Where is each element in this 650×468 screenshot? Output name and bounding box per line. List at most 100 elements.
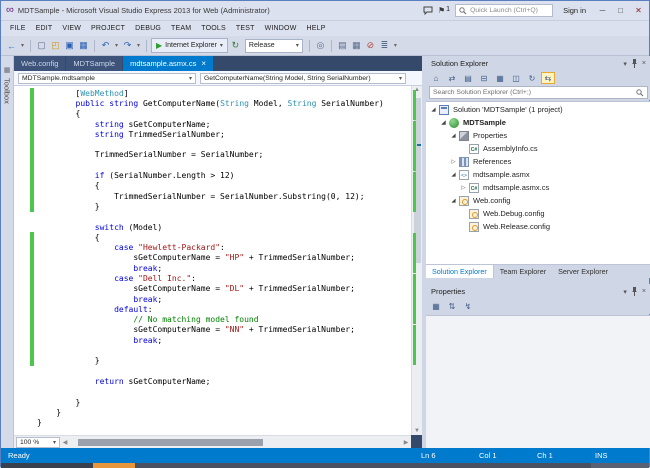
code-line[interactable]: { <box>14 232 411 242</box>
code-line[interactable]: if (SerialNumber.Length > 12) <box>14 170 411 180</box>
code-line[interactable]: { <box>14 109 411 119</box>
find-in-files-icon[interactable]: ◎ <box>314 39 327 53</box>
properties-icon[interactable]: ▦ <box>493 72 507 84</box>
alphabetical-icon[interactable]: ⇅ <box>445 301 459 313</box>
editor-hscrollbar[interactable]: 100 % ▾ ◀ ▶ <box>14 435 411 448</box>
new-file-icon[interactable]: ▢ <box>35 39 48 53</box>
expander-icon[interactable]: ▷ <box>449 159 458 165</box>
undo-dropdown-icon[interactable]: ▾ <box>113 39 120 53</box>
close-icon[interactable]: × <box>642 60 646 67</box>
solution-explorer-icon[interactable]: ▤ <box>336 39 349 53</box>
tree-item[interactable]: ◢Solution 'MDTSample' (1 project) <box>426 103 650 116</box>
tree-item[interactable]: ▷mdtsample.asmx.cs <box>426 181 650 194</box>
code-line[interactable] <box>14 366 411 376</box>
tree-item[interactable]: Web.Release.config <box>426 220 650 233</box>
properties-header[interactable]: Properties ▾ × <box>426 284 650 299</box>
navigate-forward-dropdown-icon[interactable]: ▾ <box>19 39 26 53</box>
open-file-icon[interactable]: ◰ <box>49 39 62 53</box>
code-line[interactable]: } <box>14 356 411 366</box>
tree-item[interactable]: ▷References <box>426 155 650 168</box>
navigate-backward-icon[interactable]: ← <box>5 39 18 53</box>
minimize-button[interactable]: ─ <box>596 4 609 18</box>
menu-debug[interactable]: DEBUG <box>130 25 166 32</box>
property-pages-icon[interactable]: ↯ <box>461 301 475 313</box>
solution-explorer-header[interactable]: Solution Explorer ▾ × <box>426 56 650 71</box>
menu-view[interactable]: VIEW <box>57 25 86 32</box>
undo-icon[interactable]: ↶ <box>99 39 112 53</box>
sign-in-link[interactable]: Sign in <box>563 6 586 15</box>
code-line[interactable]: } <box>14 397 411 407</box>
code-line[interactable]: sGetComputerName = "DL" + TrimmedSerialN… <box>14 284 411 294</box>
hscroll-thumb[interactable] <box>78 439 263 446</box>
code-line[interactable]: return sGetComputerName; <box>14 376 411 386</box>
code-line[interactable]: sGetComputerName = "HP" + TrimmedSerialN… <box>14 253 411 263</box>
code-line[interactable]: TrimmedSerialNumber = SerialNumber; <box>14 150 411 160</box>
menu-team[interactable]: TEAM <box>166 25 196 32</box>
close-icon[interactable]: × <box>642 288 646 295</box>
tree-item[interactable]: ◢MDTSample <box>426 116 650 129</box>
code-line[interactable]: break; <box>14 335 411 345</box>
close-button[interactable]: ✕ <box>632 4 645 18</box>
code-editor[interactable]: [WebMethod] public string GetComputerNam… <box>14 86 411 435</box>
redo-icon[interactable]: ↷ <box>121 39 134 53</box>
tree-item[interactable]: AssemblyInfo.cs <box>426 142 650 155</box>
scroll-down-icon[interactable]: ▼ <box>412 428 422 434</box>
save-icon[interactable]: ▣ <box>63 39 76 53</box>
menu-window[interactable]: WINDOW <box>260 25 302 32</box>
code-line[interactable]: } <box>14 407 411 417</box>
tree-item[interactable]: ◢Web.config <box>426 194 650 207</box>
code-line[interactable]: { <box>14 181 411 191</box>
code-line[interactable] <box>14 387 411 397</box>
menu-project[interactable]: PROJECT <box>86 25 130 32</box>
doc-tab-mdtsample.asmx.cs[interactable]: mdtsample.asmx.cs× <box>123 56 213 71</box>
type-dropdown[interactable]: MDTSample.mdtsample ▾ <box>18 73 196 84</box>
hscroll-track[interactable] <box>70 436 401 448</box>
collapse-all-icon[interactable]: ⊟ <box>477 72 491 84</box>
code-line[interactable] <box>14 212 411 222</box>
doc-tab-mdtsample[interactable]: MDTSample <box>66 56 122 71</box>
redo-dropdown-icon[interactable]: ▾ <box>135 39 142 53</box>
code-line[interactable]: case "Hewlett-Packard": <box>14 242 411 252</box>
menu-test[interactable]: TEST <box>231 25 260 32</box>
categorized-icon[interactable]: ▦ <box>429 301 443 313</box>
show-all-files-icon[interactable]: ▤ <box>461 72 475 84</box>
expander-icon[interactable]: ◢ <box>449 133 458 139</box>
start-debug-button[interactable]: ▶Internet Explorer▾ <box>151 38 228 53</box>
code-line[interactable]: case "Dell Inc.": <box>14 273 411 283</box>
menu-tools[interactable]: TOOLS <box>196 25 231 32</box>
code-line[interactable]: switch (Model) <box>14 222 411 232</box>
tree-item[interactable]: ◢mdtsample.asmx <box>426 168 650 181</box>
code-line[interactable]: } <box>14 418 411 428</box>
code-line[interactable] <box>14 139 411 149</box>
expander-icon[interactable]: ◢ <box>429 107 438 113</box>
menu-edit[interactable]: EDIT <box>31 25 58 32</box>
code-line[interactable]: string sGetComputerName; <box>14 119 411 129</box>
toolbox-autohide-tab[interactable]: ▦ Toolbox <box>1 56 14 448</box>
code-line[interactable]: [WebMethod] <box>14 88 411 98</box>
home-icon[interactable]: ⌂ <box>429 72 443 84</box>
scroll-right-icon[interactable]: ▶ <box>401 439 411 446</box>
pin-icon[interactable] <box>631 59 638 68</box>
close-icon[interactable]: × <box>201 60 206 68</box>
code-line[interactable] <box>14 345 411 355</box>
panel-tab-team-explorer[interactable]: Team Explorer <box>494 265 552 278</box>
sync-with-active-document-icon[interactable]: ⇆ <box>541 72 555 84</box>
pin-icon[interactable] <box>631 287 638 296</box>
preview-selected-icon[interactable]: ◫ <box>509 72 523 84</box>
zoom-dropdown[interactable]: 100 % ▾ <box>16 437 60 448</box>
code-line[interactable]: string TrimmedSerialNumber; <box>14 129 411 139</box>
immediate-window-icon[interactable]: ≣ <box>378 39 391 53</box>
quick-launch-input[interactable]: Quick Launch (Ctrl+Q) <box>455 4 553 17</box>
member-dropdown[interactable]: GetComputerName(String Model, String Ser… <box>200 73 406 84</box>
error-list-icon[interactable]: ⊘ <box>364 39 377 53</box>
expander-icon[interactable]: ◢ <box>439 120 448 126</box>
panel-tab-server-explorer[interactable]: Server Explorer <box>552 265 614 278</box>
panel-tab-solution-explorer[interactable]: Solution Explorer <box>426 265 494 278</box>
maximize-button[interactable]: □ <box>614 4 627 18</box>
code-line[interactable]: default: <box>14 304 411 314</box>
refresh-icon[interactable]: ↻ <box>525 72 539 84</box>
code-line[interactable]: } <box>14 201 411 211</box>
save-all-icon[interactable]: ▦ <box>77 39 90 53</box>
refresh-icon[interactable]: ↻ <box>229 39 242 53</box>
expander-icon[interactable]: ◢ <box>449 198 458 204</box>
